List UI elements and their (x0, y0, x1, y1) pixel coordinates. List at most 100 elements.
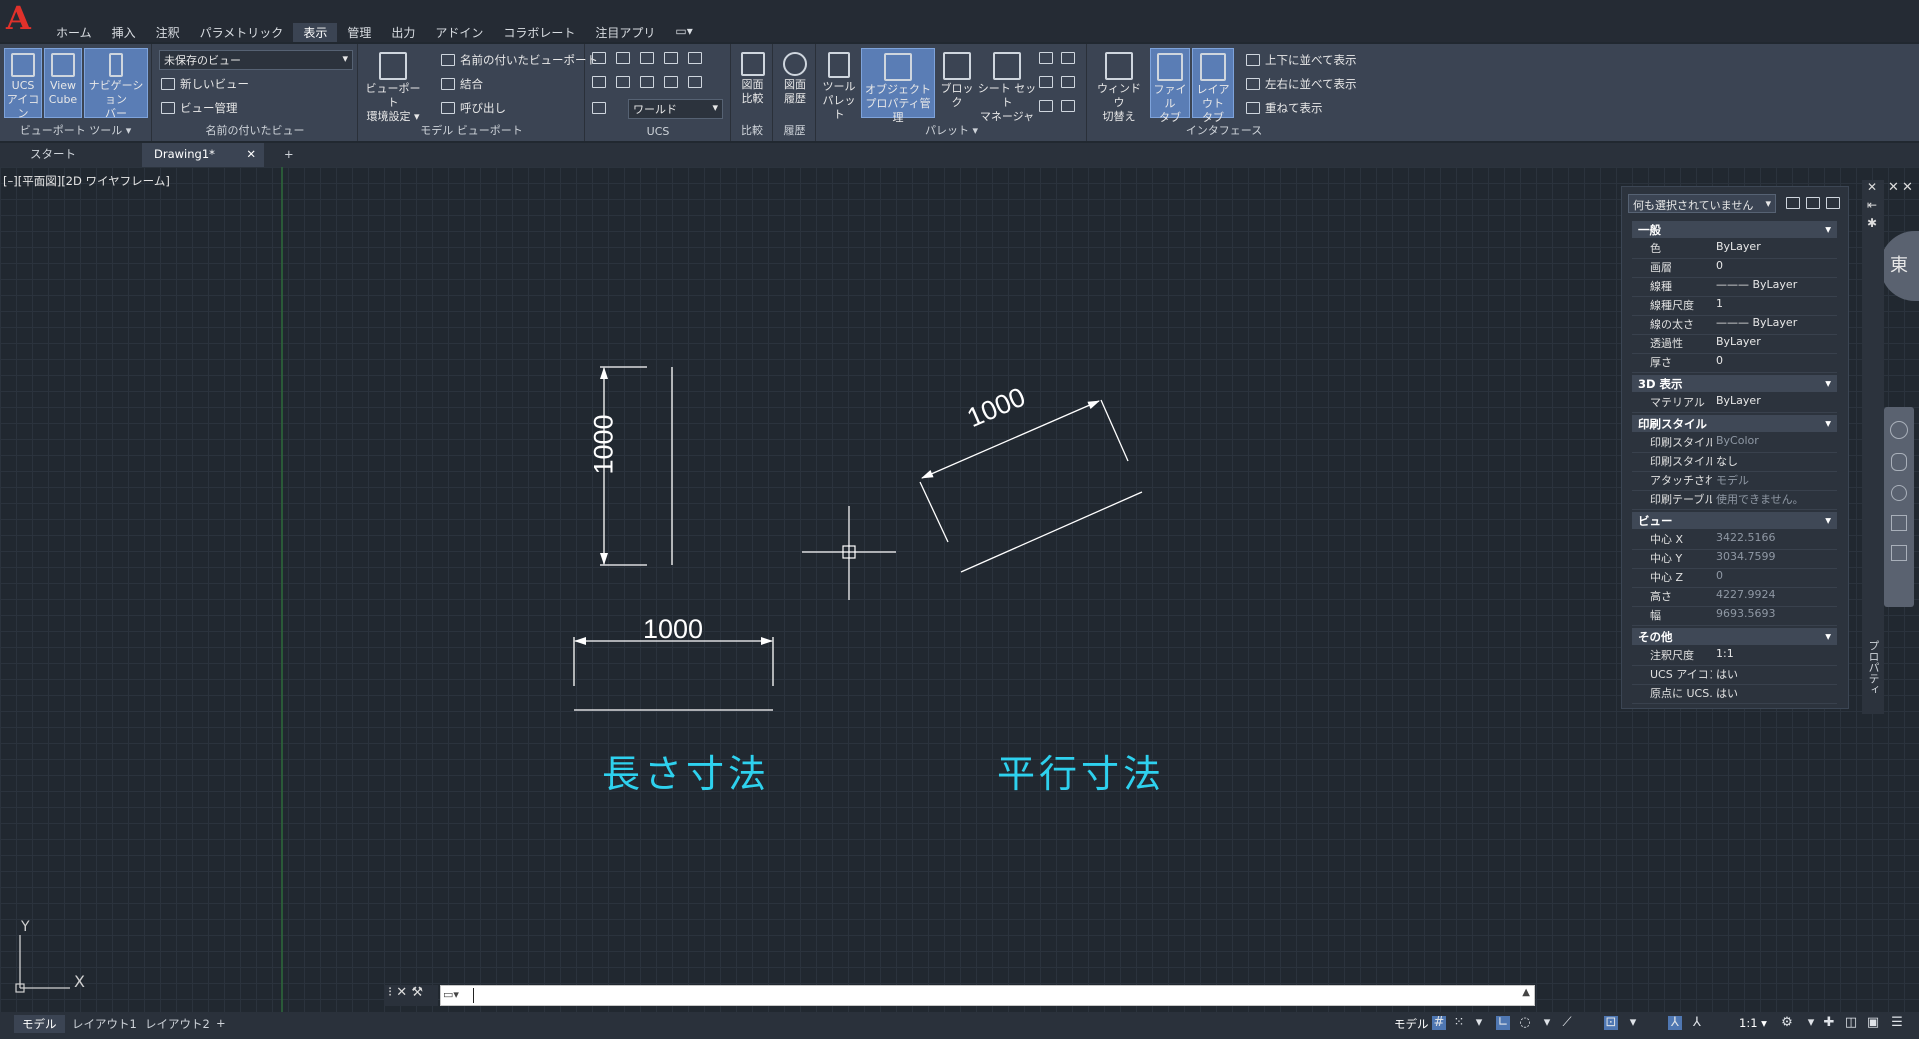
panel-title[interactable]: パレット ▾ (817, 122, 1086, 138)
dim-text-vertical[interactable]: 1000 (589, 414, 620, 474)
label-linear-dimension[interactable]: 長さ寸法 (602, 743, 770, 798)
property-row[interactable]: 中心 Z 0 (1632, 569, 1837, 588)
section-misc[interactable]: その他 ▾ (1632, 628, 1837, 645)
property-row[interactable]: 厚さ 0 (1632, 354, 1837, 373)
property-value[interactable]: ByLayer (1712, 240, 1837, 258)
select-objects-icon[interactable] (1806, 197, 1820, 209)
property-value[interactable]: 4227.9924 (1712, 588, 1837, 606)
tab-drawing1[interactable]: Drawing1* ✕ (142, 143, 264, 167)
orbit-icon[interactable] (1891, 515, 1907, 531)
property-row[interactable]: 中心 X 3422.5166 (1632, 531, 1837, 550)
workspace-gear-icon[interactable]: ⚙ (1780, 1016, 1794, 1030)
command-line-handle[interactable]: ⁝ ✕ ⚒ (384, 985, 438, 1006)
property-row[interactable]: 印刷スタイル ByColor (1632, 434, 1837, 453)
wrench-icon[interactable]: ⚒ (411, 985, 423, 1000)
dim-text-horizontal[interactable]: 1000 (643, 614, 703, 645)
chevron-up-icon[interactable]: ▲ (1522, 987, 1530, 998)
settings-icon[interactable]: ✱ (1867, 216, 1877, 230)
property-row[interactable]: 中心 Y 3034.7599 (1632, 550, 1837, 569)
osnap-icon[interactable]: ⊡ (1604, 1016, 1618, 1030)
property-value[interactable]: ByColor (1712, 434, 1837, 452)
cascade-button[interactable]: 重ねて表示 (1246, 100, 1323, 116)
palette-small-icon[interactable] (1039, 52, 1053, 64)
autocad-logo[interactable]: A (6, 0, 36, 36)
label-aligned-dimension[interactable]: 平行寸法 (997, 743, 1165, 798)
ucs-tool-icon[interactable] (688, 76, 702, 88)
property-value[interactable]: 9693.5693 (1712, 607, 1837, 625)
navigation-bar[interactable] (1884, 407, 1914, 607)
restore-button[interactable]: 呼び出し (441, 100, 506, 116)
ucs-world-dropdown[interactable]: ワールド ▾ (628, 99, 723, 119)
ucs-tool-icon[interactable] (640, 52, 654, 64)
tool-palette-button[interactable]: ツール パレット (819, 48, 859, 121)
annotation-monitor-icon[interactable]: ✚ (1822, 1016, 1836, 1030)
panel-title[interactable]: ビューポート ツール ▾ (0, 122, 151, 138)
property-value[interactable]: 1:1 (1712, 647, 1837, 665)
viewcube-button[interactable]: View Cube (44, 48, 82, 118)
ucs-tool-icon[interactable] (592, 76, 606, 88)
navbar-button[interactable]: ナビゲーション バー (84, 48, 148, 120)
object-snap-tracking-icon[interactable]: ⟋ (1560, 1016, 1574, 1030)
sheetset-button[interactable]: シート セット マネージャ (977, 48, 1037, 123)
tab-start[interactable]: スタート (18, 143, 138, 167)
tile-vertical-button[interactable]: 左右に並べて表示 (1246, 76, 1357, 92)
property-row[interactable]: 色 ByLayer (1632, 240, 1837, 259)
palette-small-icon[interactable] (1039, 76, 1053, 88)
properties-palette-button[interactable]: オブジェクト プロパティ管理 (861, 48, 935, 124)
viewport-config-button[interactable]: ビューポート 環境設定 ▾ (363, 48, 423, 123)
model-space-toggle[interactable]: モデル (1394, 1016, 1429, 1032)
close-icon[interactable]: ✕ (1888, 180, 1899, 195)
menu-tab-0[interactable]: ホーム (46, 23, 102, 42)
ucs-tool-icon[interactable] (592, 52, 606, 64)
section-display3d[interactable]: 3D 表示 ▾ (1632, 375, 1837, 392)
isodraft-icon[interactable]: ▾ (1540, 1016, 1554, 1030)
ucs-tool-icon[interactable] (688, 52, 702, 64)
toggle-pickadd-icon[interactable] (1786, 197, 1800, 209)
menu-tab-9[interactable]: 注目アプリ (585, 23, 665, 42)
pan-hand-icon[interactable] (1891, 453, 1907, 471)
layout-tab-0[interactable]: モデル (14, 1015, 65, 1033)
property-value[interactable]: 使用できません。 (1712, 491, 1837, 509)
quick-select-icon[interactable] (1826, 197, 1840, 209)
history-button[interactable]: 図面 履歴 (776, 48, 814, 118)
command-line-input[interactable]: ▭▾ ▲ (440, 985, 1535, 1006)
ucs-tool-icon[interactable] (616, 52, 630, 64)
fullscreen-icon[interactable]: ▣ (1866, 1016, 1880, 1030)
property-value[interactable]: 0 (1712, 354, 1837, 372)
steering-wheel-icon[interactable] (1890, 421, 1908, 439)
menu-tab-8[interactable]: コラボレート (493, 23, 585, 42)
switch-windows-button[interactable]: ウィンドウ 切替え (1096, 48, 1142, 123)
autohide-icon[interactable]: ⇤ (1867, 198, 1877, 212)
property-value[interactable]: ——— ByLayer (1712, 278, 1837, 296)
section-general[interactable]: 一般 ▾ (1632, 221, 1837, 238)
property-value[interactable]: 3422.5166 (1712, 531, 1837, 549)
zoom-icon[interactable] (1891, 485, 1907, 501)
section-view[interactable]: ビュー ▾ (1632, 512, 1837, 529)
menu-tab-4[interactable]: 表示 (293, 23, 338, 42)
snap-icon[interactable]: ⁙ (1452, 1016, 1466, 1030)
property-row[interactable]: 透過性 ByLayer (1632, 335, 1837, 354)
horizontal-dimension[interactable] (573, 637, 774, 711)
menu-tab-3[interactable]: パラメトリック (190, 23, 294, 42)
autoscale-icon[interactable]: ⅄ (1690, 1016, 1704, 1030)
property-row[interactable]: 印刷スタイル...なし (1632, 453, 1837, 472)
file-tabs-button[interactable]: ファイル タブ (1150, 48, 1190, 124)
close-icon[interactable]: ✕ (246, 143, 256, 166)
property-value[interactable]: モデル (1712, 472, 1837, 490)
infer-icon[interactable]: ▾ (1472, 1016, 1486, 1030)
selection-dropdown[interactable]: 何も選択されていません ▾ (1628, 194, 1776, 213)
property-value[interactable]: はい (1712, 685, 1837, 703)
polar-icon[interactable]: ◌ (1518, 1016, 1532, 1030)
ucs-tool-icon[interactable] (640, 76, 654, 88)
new-view-button[interactable]: 新しいビュー (161, 76, 249, 92)
property-value[interactable]: ByLayer (1712, 394, 1837, 412)
annotation-visibility-icon[interactable]: ⅄ (1668, 1016, 1682, 1030)
grid-icon[interactable]: # (1432, 1016, 1446, 1030)
ortho-icon[interactable]: ∟ (1496, 1016, 1510, 1030)
property-row[interactable]: 高さ 4227.9924 (1632, 588, 1837, 607)
layout-tab-2[interactable]: レイアウト2 (145, 1016, 210, 1032)
isolate-objects-icon[interactable]: ◫ (1844, 1016, 1858, 1030)
view-manager-button[interactable]: ビュー管理 (161, 100, 238, 116)
property-row[interactable]: マテリアル ByLayer (1632, 394, 1837, 413)
new-tab-button[interactable]: + (272, 143, 302, 167)
